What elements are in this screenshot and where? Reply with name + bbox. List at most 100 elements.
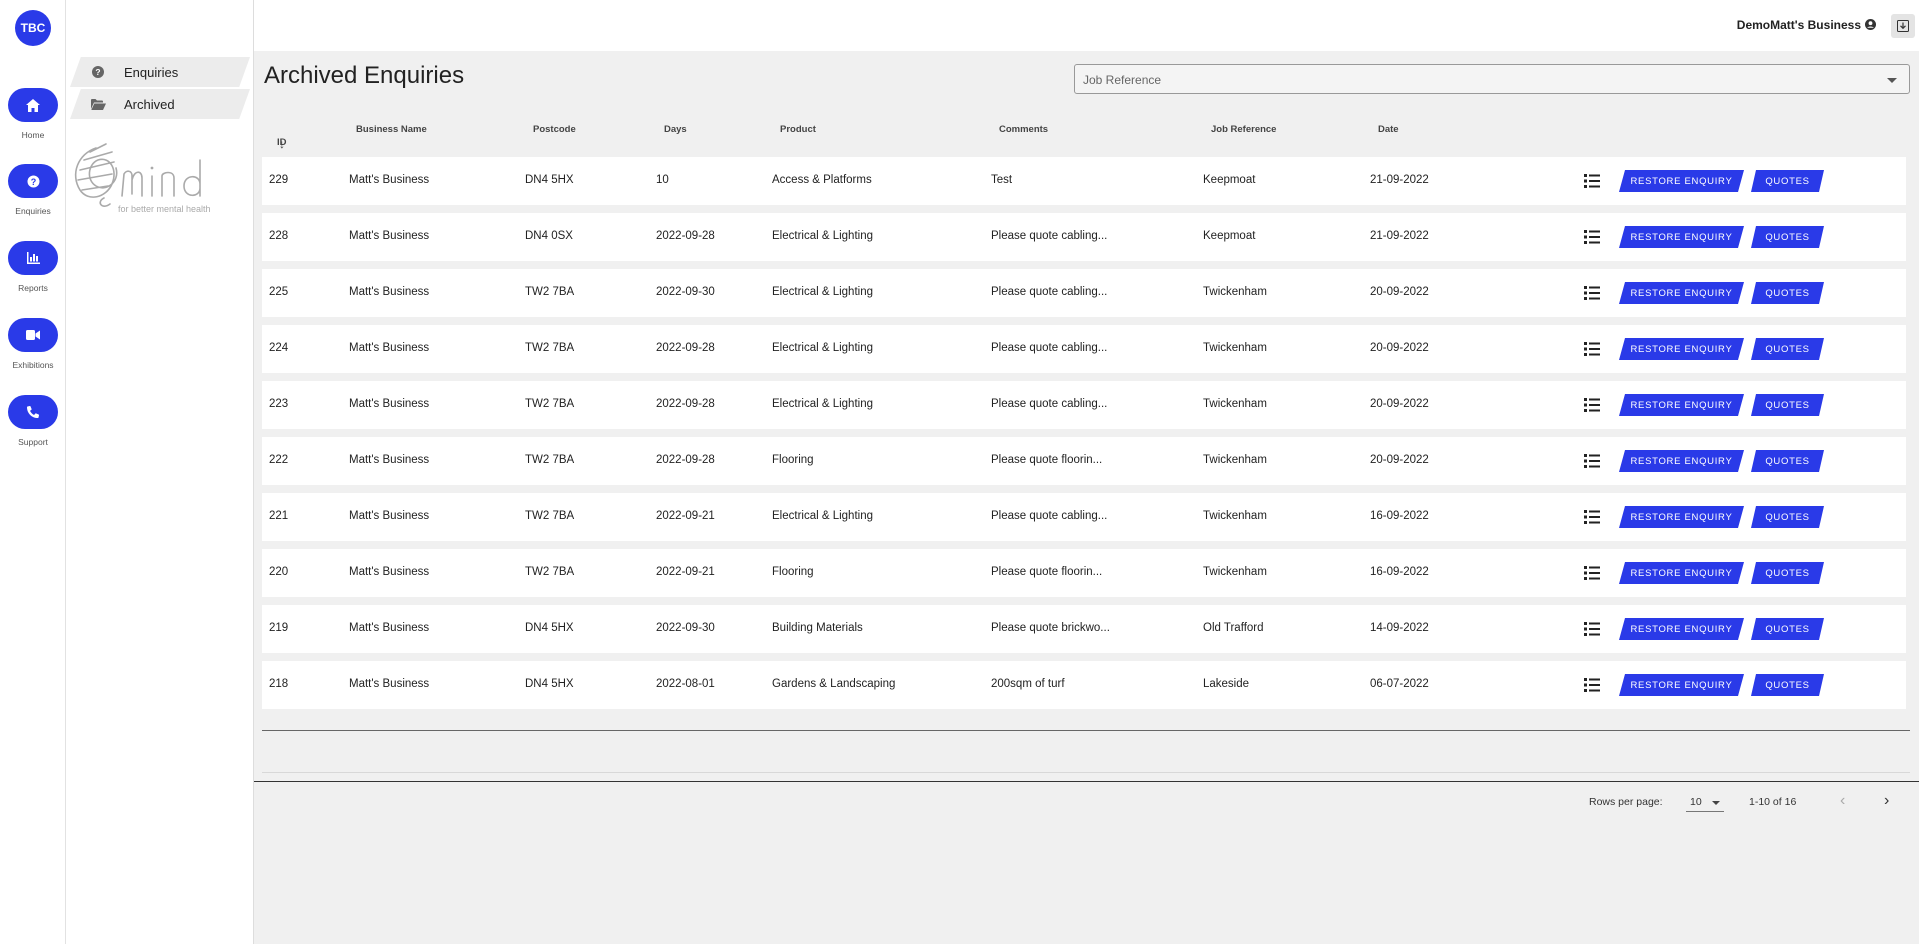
quotes-button[interactable]: QUOTES [1751,618,1824,640]
table-row[interactable]: 222 Matt's Business TW2 7BA 2022-09-28 Floor… [262,437,1906,485]
user-circle-icon[interactable] [1865,19,1876,30]
list-details-icon[interactable] [1584,286,1600,300]
rows-per-page-select[interactable]: 10 [1686,792,1724,812]
rail-item-home[interactable]: Home [0,88,66,140]
prev-page-button[interactable]: ‹ [1840,792,1845,810]
left-rail: TBC Home ? Enquiries Reports Exhibitions… [0,0,66,944]
table-row[interactable]: 218 Matt's Business DN4 5HX 2022-08-01 Garde… [262,661,1906,709]
svg-text:?: ? [95,67,100,77]
cell-job-ref: Keepmoat [1203,174,1256,186]
list-details-icon[interactable] [1584,398,1600,412]
restore-enquiry-button[interactable]: RESTORE ENQUIRY [1619,170,1744,192]
subnav-item-archived[interactable]: Archived [70,89,250,119]
home-icon[interactable] [8,88,58,122]
business-name[interactable]: DemoMatt's Business [1737,18,1861,32]
table-row[interactable]: 225 Matt's Business TW2 7BA 2022-09-30 Elect… [262,269,1906,317]
help-icon[interactable]: ? [8,164,58,198]
column-date[interactable]: Date [1378,124,1399,135]
table-header: ID ↓ Business Name Postcode Days Product … [262,111,1910,151]
restore-enquiry-button[interactable]: RESTORE ENQUIRY [1619,506,1744,528]
next-page-button[interactable]: › [1884,792,1889,810]
quotes-button[interactable]: QUOTES [1751,170,1824,192]
cell-postcode: TW2 7BA [525,510,575,522]
cell-postcode: TW2 7BA [525,454,575,466]
table-row[interactable]: 219 Matt's Business DN4 5HX 2022-09-30 Build… [262,605,1906,653]
list-details-icon[interactable] [1584,454,1600,468]
cell-days: 2022-09-28 [656,454,715,466]
table-row[interactable]: 220 Matt's Business TW2 7BA 2022-09-21 Floor… [262,549,1906,597]
cell-product: Electrical & Lighting [772,398,873,410]
subnav-item-enquiries[interactable]: ? Enquiries [70,57,250,87]
column-days[interactable]: Days [664,124,687,135]
quotes-button[interactable]: QUOTES [1751,506,1824,528]
column-comments[interactable]: Comments [999,124,1048,135]
phone-icon[interactable] [8,395,58,429]
rail-label-support: Support [18,437,48,447]
table-row[interactable]: 223 Matt's Business TW2 7BA 2022-09-28 Elect… [262,381,1906,429]
column-job-reference[interactable]: Job Reference [1211,124,1276,135]
list-details-icon[interactable] [1584,230,1600,244]
cell-job-ref: Twickenham [1203,398,1267,410]
rail-item-support[interactable]: Support [0,395,66,447]
cell-business: Matt's Business [349,174,430,186]
table-row[interactable]: 228 Matt's Business DN4 0SX 2022-09-28 Elect… [262,213,1906,261]
restore-enquiry-button[interactable]: RESTORE ENQUIRY [1619,674,1744,696]
restore-enquiry-button[interactable]: RESTORE ENQUIRY [1619,338,1744,360]
list-details-icon[interactable] [1584,622,1600,636]
list-details-icon[interactable] [1584,566,1600,580]
top-bar: DemoMatt's Business [254,0,1919,51]
table-row[interactable]: 221 Matt's Business TW2 7BA 2022-09-21 Elect… [262,493,1906,541]
list-details-icon[interactable] [1584,678,1600,692]
cell-job-ref: Old Trafford [1203,622,1264,634]
rail-item-reports[interactable]: Reports [0,241,66,293]
list-details-icon[interactable] [1584,510,1600,524]
cell-date: 21-09-2022 [1370,230,1429,242]
list-details-icon[interactable] [1584,342,1600,356]
cell-business: Matt's Business [349,510,430,522]
table-row[interactable]: 224 Matt's Business TW2 7BA 2022-09-28 Elect… [262,325,1906,373]
restore-enquiry-button[interactable]: RESTORE ENQUIRY [1619,618,1744,640]
cell-days: 2022-09-28 [656,230,715,242]
cell-id: 220 [269,566,289,578]
restore-enquiry-button[interactable]: RESTORE ENQUIRY [1619,282,1744,304]
quotes-button[interactable]: QUOTES [1751,394,1824,416]
table-row[interactable]: 229 Matt's Business DN4 5HX 10 Access & Plat… [262,157,1906,205]
cell-date: 20-09-2022 [1370,454,1429,466]
video-icon[interactable] [8,318,58,352]
sort-arrow-down-icon: ↓ [279,137,285,151]
restore-enquiry-button[interactable]: RESTORE ENQUIRY [1619,394,1744,416]
cell-id: 225 [269,286,289,298]
pagination: Rows per page: 10 1-10 of 16 ‹ › [262,782,1910,822]
restore-enquiry-button[interactable]: RESTORE ENQUIRY [1619,226,1744,248]
restore-enquiry-button[interactable]: RESTORE ENQUIRY [1619,450,1744,472]
cell-date: 21-09-2022 [1370,174,1429,186]
rail-item-enquiries[interactable]: ? Enquiries [0,164,66,216]
cell-job-ref: Twickenham [1203,342,1267,354]
quotes-button[interactable]: QUOTES [1751,562,1824,584]
cell-product: Access & Platforms [772,174,872,186]
column-business-name[interactable]: Business Name [356,124,427,135]
restore-enquiry-button[interactable]: RESTORE ENQUIRY [1619,562,1744,584]
export-button[interactable] [1891,14,1915,38]
chart-icon[interactable] [8,241,58,275]
list-details-icon[interactable] [1584,174,1600,188]
cell-days: 2022-09-30 [656,622,715,634]
quotes-button[interactable]: QUOTES [1751,338,1824,360]
column-postcode[interactable]: Postcode [533,124,576,135]
rail-item-exhibitions[interactable]: Exhibitions [0,318,66,370]
job-reference-select[interactable]: Job Reference [1074,64,1910,94]
cell-comments: Please quote brickwo... [991,622,1110,634]
cell-id: 223 [269,398,289,410]
app-logo[interactable]: TBC [15,10,51,46]
cell-days: 2022-08-01 [656,678,715,690]
column-product[interactable]: Product [780,124,816,135]
cell-days: 2022-09-21 [656,510,715,522]
secondary-nav: ? Enquiries Archived for better mental h… [66,0,254,944]
quotes-button[interactable]: QUOTES [1751,282,1824,304]
folder-open-icon [90,98,106,110]
rail-label-enquiries: Enquiries [15,206,51,216]
cell-postcode: DN4 5HX [525,174,574,186]
quotes-button[interactable]: QUOTES [1751,226,1824,248]
quotes-button[interactable]: QUOTES [1751,674,1824,696]
quotes-button[interactable]: QUOTES [1751,450,1824,472]
